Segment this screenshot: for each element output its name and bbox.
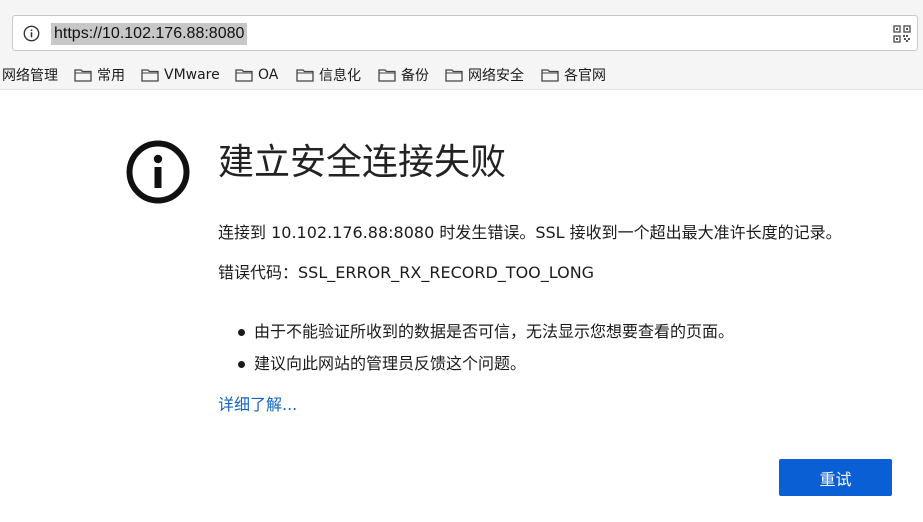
bookmark-folder[interactable]: 备份 [378,65,429,85]
bookmark-label: VMware [164,67,220,83]
bookmark-label: 信息化 [319,68,361,84]
url-text[interactable]: https://10.102.176.88:8080 [51,23,248,45]
address-bar[interactable]: https://10.102.176.88:8080 [12,15,918,51]
error-description: 连接到 10.102.176.88:8080 时发生错误。SSL 接收到一个超出… [218,223,842,242]
bookmark-folder[interactable]: 信息化 [296,65,361,85]
list-item: 由于不能验证所收到的数据是否可信，无法显示您想要查看的页面。 [238,321,734,353]
retry-button[interactable]: 重试 [779,459,892,496]
bookmark-label: 网络管理 [2,68,58,84]
list-item: 建议向此网站的管理员反馈这个问题。 [238,353,734,385]
folder-icon [141,69,159,82]
folder-icon [378,69,396,82]
info-icon[interactable] [23,25,40,42]
folder-icon [541,69,559,82]
bookmark-folder[interactable]: OA [235,65,278,85]
error-code: 错误代码：SSL_ERROR_RX_RECORD_TOO_LONG [218,263,595,282]
navigation-toolbar: https://10.102.176.88:8080 [0,10,923,58]
browser-top-strip [0,0,923,10]
bookmark-label: 网络安全 [468,68,524,84]
bookmark-label: 各官网 [564,68,606,84]
folder-icon [296,69,314,82]
bookmark-folder[interactable]: 常用 [74,65,125,85]
learn-more-link[interactable]: 详细了解... [218,394,297,416]
bookmark-folder[interactable]: 网络安全 [445,65,524,85]
bookmark-label: 常用 [97,68,125,84]
page-title: 建立安全连接失败 [218,142,507,183]
bookmark-label: OA [258,67,279,83]
folder-icon [235,69,253,82]
bookmarks-toolbar: 网络管理 常用 VMware OA 信息化 备份 网络安全 各官网 [0,58,923,90]
folder-icon [445,69,463,82]
info-circle-icon [126,140,190,204]
bookmark-folder[interactable]: 各官网 [541,65,606,85]
qr-code-icon[interactable] [893,25,911,43]
folder-icon [74,69,92,82]
bookmark-item[interactable]: 网络管理 [2,65,58,85]
bookmark-label: 备份 [401,68,429,84]
bookmark-folder[interactable]: VMware [141,65,220,85]
advice-list: 由于不能验证所收到的数据是否可信，无法显示您想要查看的页面。 建议向此网站的管理… [238,321,734,385]
